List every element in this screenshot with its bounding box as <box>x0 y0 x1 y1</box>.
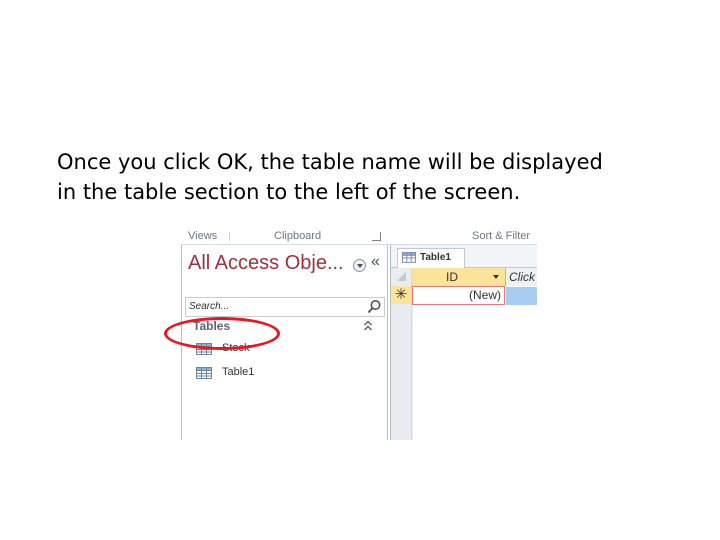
ribbon-group-sort-filter[interactable]: Sort & Filter <box>472 230 530 242</box>
tab-table1[interactable]: Table1 <box>397 248 465 268</box>
highlight-oval-stock <box>164 317 280 350</box>
nav-pane-menu-dropdown-icon[interactable] <box>353 259 366 272</box>
column-header-label: ID <box>446 270 458 284</box>
table-icon <box>196 367 212 379</box>
nav-search-input[interactable] <box>187 299 367 313</box>
column-header-id[interactable]: ID <box>412 268 506 286</box>
ribbon-separator <box>229 232 230 241</box>
new-record-marker-icon[interactable]: ✳ <box>391 286 411 304</box>
record-selector-column: ✳ <box>391 268 412 440</box>
column-header-click-to-add[interactable]: Click <box>506 268 537 286</box>
clipboard-launcher-icon[interactable] <box>372 232 381 241</box>
table-icon <box>402 252 416 263</box>
caption-line-1: Once you click OK, the table name will b… <box>57 150 603 174</box>
nav-search-box <box>185 297 385 317</box>
new-record-add-cell[interactable] <box>506 287 537 305</box>
tab-label: Table1 <box>420 252 451 263</box>
caption-line-2: in the table section to the left of the … <box>57 180 521 204</box>
cell-value: (New) <box>469 288 501 302</box>
new-record-id-cell[interactable]: (New) <box>412 286 505 305</box>
column-dropdown-icon[interactable] <box>493 275 499 279</box>
nav-item-label: Table1 <box>222 366 255 378</box>
ribbon-group-views[interactable]: Views <box>188 230 217 242</box>
column-header-label: Click <box>509 270 535 284</box>
document-tab-strip: Table1 <box>391 245 537 268</box>
select-all-corner[interactable] <box>391 268 411 286</box>
slide-caption: Once you click OK, the table name will b… <box>57 147 677 207</box>
group-collapse-chevron-icon[interactable] <box>363 320 373 332</box>
ribbon-group-labels: Views Clipboard Sort & Filter <box>181 228 537 245</box>
nav-pane-title[interactable]: All Access Obje... <box>188 252 344 275</box>
document-area: Table1 ✳ ID Click (New) <box>390 245 537 440</box>
ribbon-group-clipboard[interactable]: Clipboard <box>274 230 321 242</box>
search-icon[interactable] <box>367 299 382 314</box>
nav-pane-collapse-icon[interactable]: « <box>371 253 380 271</box>
nav-item-table1[interactable]: Table1 <box>196 365 316 381</box>
datasheet-empty-area <box>412 306 537 440</box>
